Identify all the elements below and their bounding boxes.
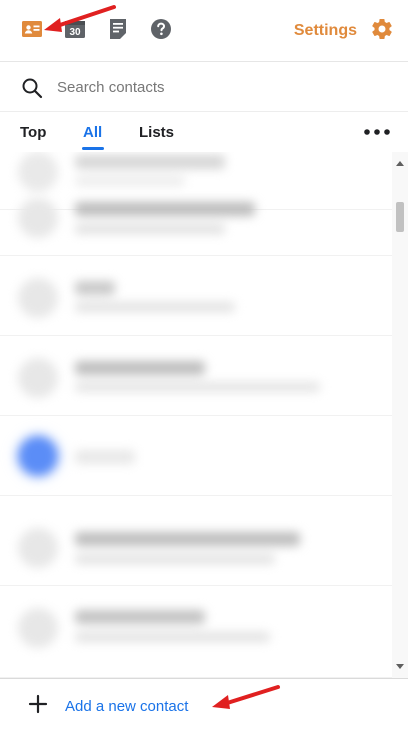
tab-top[interactable]: Top (20, 124, 46, 141)
scroll-down-arrow-icon[interactable] (396, 664, 404, 669)
active-tab-indicator (82, 147, 104, 150)
search-bar (0, 62, 408, 112)
help-icon[interactable] (149, 17, 173, 41)
footer-bar: Add a new contact (0, 678, 408, 729)
search-icon (22, 78, 43, 99)
list-item[interactable] (0, 416, 392, 496)
contacts-panel: 30 Settings Search contacts Top All List… (0, 0, 408, 729)
add-new-contact-link[interactable]: Add a new contact (65, 698, 188, 715)
list-scrollbar[interactable] (392, 152, 408, 678)
list-item[interactable] (0, 336, 392, 416)
scroll-up-arrow-icon[interactable] (396, 161, 404, 166)
svg-text:30: 30 (69, 27, 81, 38)
contact-tabs: Top All Lists (0, 112, 408, 152)
gear-icon[interactable] (370, 17, 394, 41)
scrollbar-thumb[interactable] (396, 202, 404, 232)
top-toolbar: 30 Settings (0, 0, 408, 62)
list-item[interactable] (0, 502, 392, 586)
tab-all[interactable]: All (83, 124, 102, 141)
contact-list (0, 152, 408, 678)
contacts-icon[interactable] (20, 17, 44, 41)
list-item[interactable] (0, 174, 392, 256)
tab-lists[interactable]: Lists (139, 124, 174, 141)
settings-button[interactable]: Settings (294, 22, 357, 40)
list-item[interactable] (0, 586, 392, 678)
more-horizontal-icon[interactable] (362, 124, 392, 140)
search-input[interactable] (57, 74, 377, 100)
tasks-icon[interactable] (106, 17, 130, 41)
calendar-icon[interactable]: 30 (63, 17, 87, 41)
plus-icon[interactable] (28, 694, 48, 714)
list-item[interactable] (0, 256, 392, 336)
